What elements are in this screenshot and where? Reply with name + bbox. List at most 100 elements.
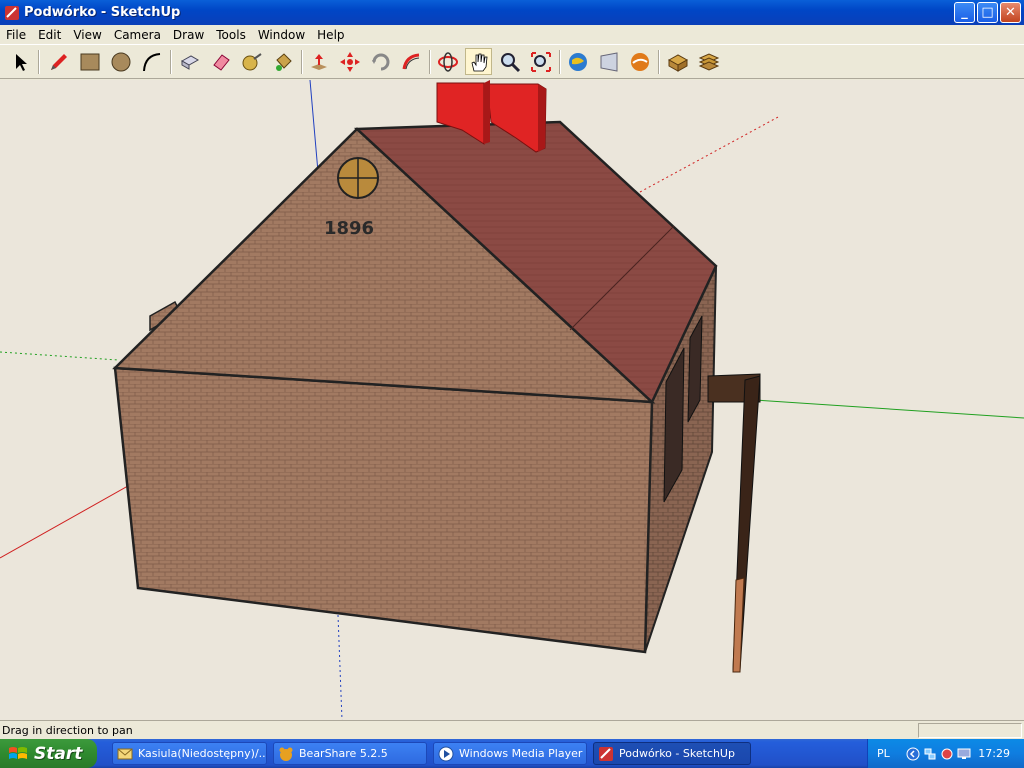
layers-icon [698,52,719,71]
taskbar: Start Kasiula(Niedostępny)/... BearShare… [0,739,1024,768]
task-label: Windows Media Player [459,747,583,760]
close-button[interactable]: ✕ [1000,2,1021,23]
menu-draw[interactable]: Draw [167,28,210,42]
task-item-bearshare[interactable]: BearShare 5.2.5 [273,742,427,765]
send-to-google-earth-icon [630,52,649,71]
axis-blue-dotted [337,614,343,720]
toolbar [0,44,1024,79]
push-pull-icon [310,53,327,70]
start-button[interactable]: Start [0,739,97,768]
menu-help[interactable]: Help [311,28,350,42]
tape-measure-icon [242,52,262,70]
monitor-tray-icon[interactable] [957,747,971,761]
sketchup-app-icon [5,5,19,20]
rectangle-icon [80,53,99,70]
minimize-icon: _ [961,5,968,20]
network-icon[interactable] [923,747,937,761]
measurements-box[interactable] [918,723,1022,738]
select-icon [15,53,27,71]
pencil-icon [50,53,67,70]
task-item-messenger[interactable]: Kasiula(Niedostępny)/... [112,742,267,765]
eraser-tool-button[interactable] [207,48,234,75]
axis-red [0,481,136,559]
circle-icon [111,52,130,71]
rotate-tool-button[interactable] [367,48,394,75]
arc-tool-button[interactable] [138,48,165,75]
house-model: 1896 [0,80,1024,720]
follow-me-tool-button[interactable] [398,48,425,75]
follow-me-icon [402,53,419,69]
paint-bucket-icon [275,52,292,71]
pencil-tool-button[interactable] [45,48,72,75]
rectangle-tool-button[interactable] [76,48,103,75]
task-item-media-player[interactable]: Windows Media Player [433,742,587,765]
mail-icon [117,748,133,759]
fence-post-lower [732,577,745,673]
eraser-icon [212,53,230,71]
zoom-extents-icon [530,51,551,72]
make-component-button[interactable] [176,48,203,75]
axis-green [754,399,1024,419]
axis-green-dotted [0,351,119,361]
get-models-icon [568,52,587,71]
menu-bar: File Edit View Camera Draw Tools Window … [0,25,1024,44]
paint-bucket-tool-button[interactable] [269,48,296,75]
rotate-icon [371,53,389,70]
menu-window[interactable]: Window [252,28,311,42]
sketchup-icon [599,746,613,761]
zoom-icon [500,52,520,72]
start-label: Start [34,743,83,764]
status-text: Drag in direction to pan [2,723,133,737]
model-viewport[interactable]: 1896 [0,80,1024,720]
arc-icon [142,52,160,71]
title-bar: Podwórko - SketchUp _ □ ✕ [0,0,1024,25]
pan-icon [471,53,487,71]
restore-icon: □ [981,5,994,20]
move-icon [339,51,360,72]
language-indicator[interactable]: PL [877,747,890,760]
status-bar: Drag in direction to pan [0,720,1024,739]
settings-tray-icon[interactable] [940,747,954,761]
components-button[interactable] [664,48,691,75]
show-hidden-icons-icon[interactable] [906,747,920,761]
select-tool-button[interactable] [6,48,33,75]
bearshare-icon [279,747,293,761]
menu-view[interactable]: View [67,28,107,42]
send-to-google-earth-button[interactable] [626,48,653,75]
component-icon [667,53,688,72]
maximize-button[interactable]: □ [977,2,998,23]
menu-tools[interactable]: Tools [210,28,252,42]
minimize-button[interactable]: _ [954,2,975,23]
make-component-icon [180,54,199,70]
share-model-button[interactable] [595,48,622,75]
axis-blue [309,80,319,173]
zoom-extents-tool-button[interactable] [527,48,554,75]
close-icon: ✕ [1005,5,1016,20]
task-label: Podwórko - SketchUp [619,747,735,760]
media-player-icon [438,746,454,761]
window-title: Podwórko - SketchUp [24,5,181,20]
orbit-icon [437,51,458,72]
orbit-tool-button[interactable] [434,48,461,75]
get-models-button[interactable] [564,48,591,75]
task-item-sketchup[interactable]: Podwórko - SketchUp [593,742,751,765]
tape-measure-tool-button[interactable] [238,48,265,75]
share-model-icon [600,51,617,72]
layers-button[interactable] [695,48,722,75]
clock[interactable]: 17:29 [978,747,1010,760]
menu-camera[interactable]: Camera [108,28,167,42]
move-tool-button[interactable] [336,48,363,75]
circle-tool-button[interactable] [107,48,134,75]
task-label: BearShare 5.2.5 [299,747,388,760]
menu-file[interactable]: File [0,28,32,42]
windows-flag-icon [9,746,27,759]
push-pull-tool-button[interactable] [305,48,332,75]
task-label: Kasiula(Niedostępny)/... [138,747,267,760]
pan-tool-button[interactable] [465,48,492,75]
zoom-tool-button[interactable] [496,48,523,75]
system-tray: PL 17:29 [867,739,1024,768]
menu-edit[interactable]: Edit [32,28,67,42]
gable-year-text: 1896 [324,218,374,239]
front-wall [113,366,654,654]
axis-red-dotted [639,115,781,193]
